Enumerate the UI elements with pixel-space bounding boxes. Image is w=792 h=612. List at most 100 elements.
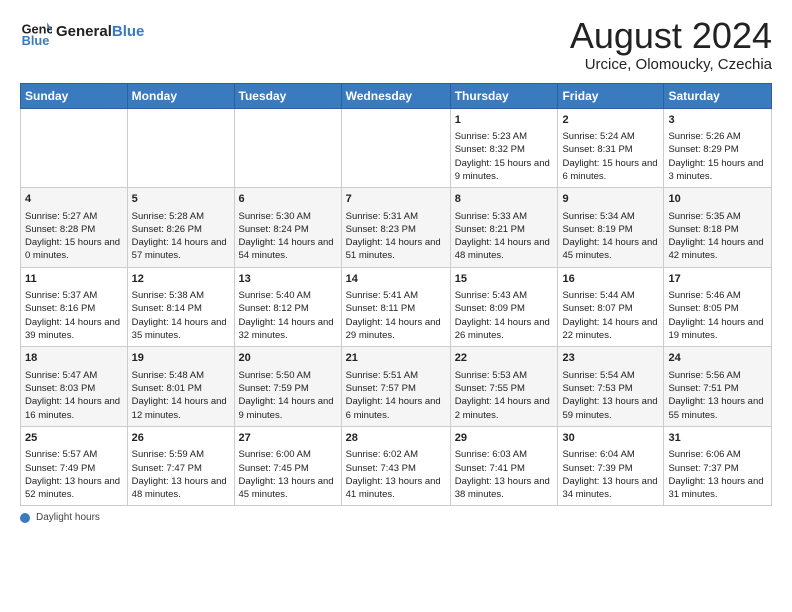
day-info: Sunrise: 5:53 AM <box>455 369 554 382</box>
day-number: 6 <box>239 192 337 207</box>
day-info: Sunrise: 5:37 AM <box>25 289 123 302</box>
day-info: Daylight: 14 hours and 54 minutes. <box>239 236 337 263</box>
day-cell: 14Sunrise: 5:41 AMSunset: 8:11 PMDayligh… <box>341 267 450 347</box>
day-cell: 29 Sunrise: 6:03 AMSunset: 7:41 PMDayligh… <box>450 426 558 506</box>
day-cell: 16Sunrise: 5:44 AMSunset: 8:07 PMDayligh… <box>558 267 664 347</box>
day-info: Sunset: 7:49 PM <box>25 462 123 475</box>
day-info: Daylight: 13 hours and 59 minutes. <box>562 395 659 422</box>
day-info: Sunrise: 5:24 AM <box>562 130 659 143</box>
day-info: Sunset: 8:32 PM <box>455 143 554 156</box>
daylight-dot <box>20 513 30 523</box>
day-number: 18 <box>25 351 123 366</box>
day-info: Sunrise: 5:41 AM <box>346 289 446 302</box>
day-info: Sunset: 8:26 PM <box>132 223 230 236</box>
header-cell-wednesday: Wednesday <box>341 83 450 108</box>
day-info: Sunset: 7:45 PM <box>239 462 337 475</box>
day-info: Sunrise: 5:28 AM <box>132 210 230 223</box>
day-cell: 12Sunrise: 5:38 AMSunset: 8:14 PMDayligh… <box>127 267 234 347</box>
day-cell: 22Sunrise: 5:53 AMSunset: 7:55 PMDayligh… <box>450 347 558 427</box>
day-number: 7 <box>346 192 446 207</box>
day-info: Sunset: 7:41 PM <box>455 462 554 475</box>
day-info: Daylight: 13 hours and 38 minutes. <box>455 475 554 502</box>
page: General Blue GeneralBlue August 2024 Urc… <box>0 0 792 533</box>
day-info: Sunrise: 5:34 AM <box>562 210 659 223</box>
day-info: Sunrise: 5:57 AM <box>25 448 123 461</box>
day-info: Sunset: 7:59 PM <box>239 382 337 395</box>
day-cell: 30Sunrise: 6:04 AMSunset: 7:39 PMDayligh… <box>558 426 664 506</box>
day-info: Sunrise: 5:40 AM <box>239 289 337 302</box>
footer-label: Daylight hours <box>36 512 100 523</box>
day-info: Daylight: 14 hours and 57 minutes. <box>132 236 230 263</box>
day-info: Daylight: 13 hours and 52 minutes. <box>25 475 123 502</box>
day-info: Daylight: 13 hours and 31 minutes. <box>668 475 767 502</box>
day-info: Sunset: 8:09 PM <box>455 302 554 315</box>
day-info: Sunset: 7:53 PM <box>562 382 659 395</box>
day-info: Sunset: 8:03 PM <box>25 382 123 395</box>
day-number: 28 <box>346 431 446 446</box>
day-info: Daylight: 15 hours and 9 minutes. <box>455 157 554 184</box>
day-number: 2 <box>562 113 659 128</box>
day-number: 8 <box>455 192 554 207</box>
day-info: Sunrise: 6:03 AM <box>455 448 554 461</box>
day-info: Daylight: 14 hours and 42 minutes. <box>668 236 767 263</box>
day-cell: 21Sunrise: 5:51 AMSunset: 7:57 PMDayligh… <box>341 347 450 427</box>
day-number: 22 <box>455 351 554 366</box>
day-number: 29 <box>455 431 554 446</box>
day-cell: 6 Sunrise: 5:30 AMSunset: 8:24 PMDaylight… <box>234 188 341 268</box>
day-info: Sunset: 7:37 PM <box>668 462 767 475</box>
title-block: August 2024 Urcice, Olomoucky, Czechia <box>570 16 772 73</box>
week-row-3: 11 Sunrise: 5:37 AMSunset: 8:16 PM Dayligh… <box>21 267 772 347</box>
day-number: 19 <box>132 351 230 366</box>
day-info: Sunrise: 6:02 AM <box>346 448 446 461</box>
day-cell: 5 Sunrise: 5:28 AMSunset: 8:26 PMDaylight… <box>127 188 234 268</box>
day-number: 5 <box>132 192 230 207</box>
header-cell-friday: Friday <box>558 83 664 108</box>
day-cell: 10Sunrise: 5:35 AMSunset: 8:18 PMDayligh… <box>664 188 772 268</box>
day-info: Daylight: 13 hours and 48 minutes. <box>132 475 230 502</box>
day-info: Sunset: 8:28 PM <box>25 223 123 236</box>
day-number: 11 <box>25 272 123 287</box>
day-info: Sunrise: 6:06 AM <box>668 448 767 461</box>
calendar-header: SundayMondayTuesdayWednesdayThursdayFrid… <box>21 83 772 108</box>
day-cell <box>341 108 450 188</box>
day-info: Daylight: 14 hours and 2 minutes. <box>455 395 554 422</box>
header-cell-saturday: Saturday <box>664 83 772 108</box>
day-info: Sunset: 8:01 PM <box>132 382 230 395</box>
day-cell: 26Sunrise: 5:59 AMSunset: 7:47 PMDayligh… <box>127 426 234 506</box>
day-info: Sunset: 8:29 PM <box>668 143 767 156</box>
day-info: Daylight: 14 hours and 48 minutes. <box>455 236 554 263</box>
header: General Blue GeneralBlue August 2024 Urc… <box>20 16 772 73</box>
day-info: Sunset: 8:11 PM <box>346 302 446 315</box>
day-cell: 2Sunrise: 5:24 AMSunset: 8:31 PMDaylight… <box>558 108 664 188</box>
day-cell: 17Sunrise: 5:46 AMSunset: 8:05 PMDayligh… <box>664 267 772 347</box>
day-cell: 7Sunrise: 5:31 AMSunset: 8:23 PMDaylight… <box>341 188 450 268</box>
svg-text:Blue: Blue <box>22 33 50 48</box>
calendar-table: SundayMondayTuesdayWednesdayThursdayFrid… <box>20 83 772 507</box>
day-info: Daylight: 13 hours and 55 minutes. <box>668 395 767 422</box>
day-info: Daylight: 14 hours and 9 minutes. <box>239 395 337 422</box>
week-row-1: 1Sunrise: 5:23 AMSunset: 8:32 PMDaylight… <box>21 108 772 188</box>
day-info: Sunrise: 5:43 AM <box>455 289 554 302</box>
day-number: 20 <box>239 351 337 366</box>
day-info: Daylight: 14 hours and 6 minutes. <box>346 395 446 422</box>
week-row-5: 25Sunrise: 5:57 AMSunset: 7:49 PMDayligh… <box>21 426 772 506</box>
day-info: Sunset: 7:43 PM <box>346 462 446 475</box>
day-cell: 11Sunrise: 5:37 AMSunset: 8:16 PMDayligh… <box>21 267 128 347</box>
day-info: Sunrise: 5:30 AM <box>239 210 337 223</box>
logo-text-block: GeneralBlue <box>56 24 144 41</box>
footer-note: Daylight hours <box>20 512 772 523</box>
day-info: Daylight: 14 hours and 12 minutes. <box>132 395 230 422</box>
day-info: Daylight: 14 hours and 26 minutes. <box>455 316 554 343</box>
day-info: Daylight: 14 hours and 19 minutes. <box>668 316 767 343</box>
header-cell-sunday: Sunday <box>21 83 128 108</box>
day-info: Sunset: 8:23 PM <box>346 223 446 236</box>
day-number: 26 <box>132 431 230 446</box>
logo-general: General <box>56 23 112 40</box>
day-info: Sunset: 8:24 PM <box>239 223 337 236</box>
day-info: Daylight: 13 hours and 41 minutes. <box>346 475 446 502</box>
main-title: August 2024 <box>570 16 772 56</box>
day-info: Sunset: 8:16 PM <box>25 302 123 315</box>
day-info: Sunrise: 5:59 AM <box>132 448 230 461</box>
day-info: Sunset: 8:05 PM <box>668 302 767 315</box>
header-row: SundayMondayTuesdayWednesdayThursdayFrid… <box>21 83 772 108</box>
